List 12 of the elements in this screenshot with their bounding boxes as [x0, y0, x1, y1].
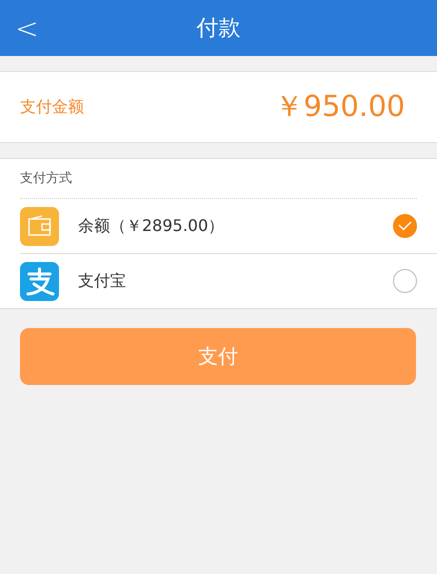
back-button[interactable]: <: [12, 10, 42, 46]
check-icon: [398, 221, 412, 231]
radio-button[interactable]: [393, 269, 417, 293]
alipay-icon: [20, 262, 59, 300]
radio-button[interactable]: [393, 214, 417, 238]
amount-label: 支付金额: [20, 96, 84, 118]
page-title: 付款: [196, 15, 240, 43]
section-title: 支付方式: [20, 159, 417, 199]
wallet-icon: [20, 206, 59, 246]
payment-option[interactable]: 支付宝: [78, 270, 393, 292]
payment-option[interactable]: 余额（￥2895.00）: [78, 216, 393, 236]
amount-value: ￥950.00: [274, 88, 405, 125]
